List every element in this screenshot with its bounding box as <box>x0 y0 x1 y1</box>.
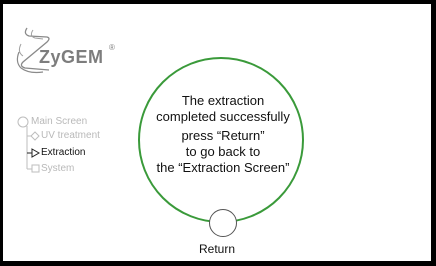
nav-item-system[interactable]: System <box>41 163 74 175</box>
zygem-logo: ZyGEM ® <box>13 22 133 84</box>
navigation-tree: Main Screen UV treatment Extraction Syst… <box>17 116 137 196</box>
message-line-1: The extraction <box>181 93 265 108</box>
return-button[interactable] <box>209 209 237 237</box>
message-line-5: the “Extraction Screen” <box>156 160 290 175</box>
message-line-2: completed successfully <box>156 109 290 124</box>
return-button-label[interactable]: Return <box>199 242 263 256</box>
message-line-3: press “Return” <box>181 128 265 143</box>
registered-mark: ® <box>109 43 115 52</box>
brand-name: ZyGEM <box>39 47 104 67</box>
nav-item-main-screen[interactable]: Main Screen <box>31 116 87 128</box>
completion-message: The extraction completed successfully pr… <box>138 93 308 176</box>
nav-item-uv-treatment[interactable]: UV treatment <box>41 130 100 142</box>
message-line-4: to go back to <box>185 144 261 159</box>
completion-screen: ZyGEM ® Main Screen UV treatment Extract… <box>3 4 431 261</box>
nav-item-extraction[interactable]: Extraction <box>41 147 85 159</box>
